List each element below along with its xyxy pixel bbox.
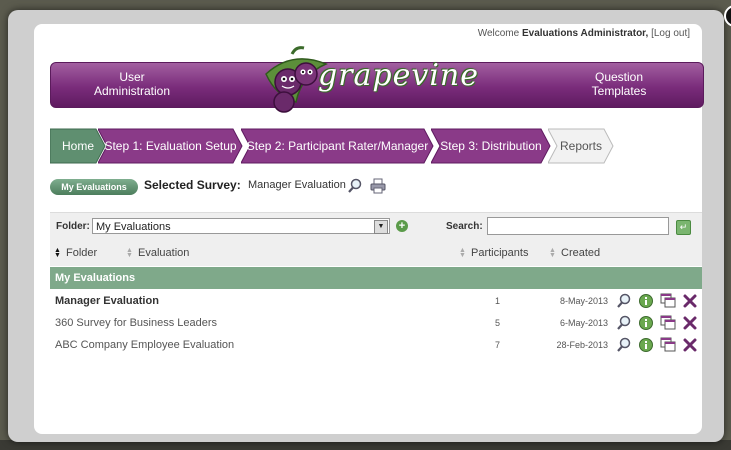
folder-group-row: My Evaluations [50,267,702,289]
created-date: 28-Feb-2013 [556,340,608,350]
nav-left-line1: User [119,70,145,84]
info-icon[interactable] [638,337,654,353]
breadcrumb-step1[interactable]: Step 1: Evaluation Setup [98,128,243,164]
table-row[interactable]: Manager Evaluation 1 8-May-2013 [50,290,702,312]
sort-icon[interactable]: ▲ ▼ [549,247,557,259]
column-created[interactable]: ▲ ▼ Created [549,247,600,259]
participants-count: 5 [495,318,501,328]
column-evaluation-label: Evaluation [138,247,190,259]
sort-icon[interactable]: ▲ ▼ [459,247,467,259]
info-icon[interactable] [638,293,654,309]
question-templates-link[interactable]: Question Templates [579,70,659,98]
row-actions [616,293,700,309]
main-panel: Welcome Evaluations Administrator, [Log … [34,24,704,434]
evaluation-name[interactable]: Manager Evaluation [55,295,159,307]
modal-dialog: ✕ Welcome Evaluations Administrator, [Lo… [8,5,731,442]
breadcrumb-step3[interactable]: Step 3: Distribution [431,128,551,164]
breadcrumb-step1-label: Step 1: Evaluation Setup [104,139,237,153]
printer-icon[interactable] [370,178,386,194]
search-label: Search: [446,221,483,232]
logout-link[interactable]: [Log out] [651,28,690,39]
breadcrumb-step2-label: Step 2: Participant Rater/Manager [246,139,429,153]
magnifier-icon[interactable] [347,178,363,194]
folder-select-value: My Evaluations [96,221,171,233]
nav-right-line1: Question [594,70,644,84]
sort-icon[interactable]: ▲ ▼ [54,247,62,259]
my-evaluations-button[interactable]: My Evaluations [50,179,138,195]
folder-label: Folder: [56,221,90,232]
breadcrumb-home-label: Home [61,139,94,153]
created-date: 6-May-2013 [559,318,608,328]
nav-left-line2: Administration [93,84,171,98]
sort-icon[interactable]: ▲ ▼ [126,247,134,259]
logo-text: grapevine [318,58,480,93]
column-folder-label: Folder [66,247,98,259]
breadcrumb-reports[interactable]: Reports [548,128,614,164]
participants-count: 1 [495,296,501,306]
welcome-message: Welcome Evaluations Administrator, [Log … [478,28,690,39]
table-header: ▲ ▼ Folder ▲ ▼ Evaluation ▲ ▼ Participants ▲ ▼ C… [50,240,702,266]
column-folder[interactable]: ▲ ▼ Folder [54,247,97,259]
delete-icon[interactable] [682,337,698,353]
selected-survey-value: Manager Evaluation [248,179,346,191]
row-actions [616,315,700,331]
breadcrumb-reports-label: Reports [559,139,603,153]
copy-window-icon[interactable] [660,315,676,331]
participants-count: 7 [495,340,501,350]
breadcrumb-step2[interactable]: Step 2: Participant Rater/Manager [241,128,434,164]
delete-icon[interactable] [682,315,698,331]
evaluation-name[interactable]: 360 Survey for Business Leaders [55,317,217,329]
delete-icon[interactable] [682,293,698,309]
created-date: 8-May-2013 [559,296,608,306]
nav-right-line2: Templates [591,84,647,98]
column-participants-label: Participants [471,247,529,259]
table-row[interactable]: ABC Company Employee Evaluation 7 28-Feb… [50,334,702,356]
row-actions [616,337,700,353]
filter-toolbar: Folder: My Evaluations ▼ + Search: ↵ [50,212,702,241]
folder-select[interactable]: My Evaluations ▼ [92,218,390,234]
user-administration-link[interactable]: User Administration [89,70,175,98]
view-icon[interactable] [616,337,632,353]
welcome-prefix: Welcome [477,28,520,39]
chevron-down-icon[interactable]: ▼ [374,220,388,234]
grapevine-logo: grapevine [262,44,478,116]
user-name: Evaluations Administrator, [521,28,649,39]
selected-survey-label: Selected Survey: [144,178,241,192]
info-icon[interactable] [638,315,654,331]
copy-window-icon[interactable] [660,337,676,353]
view-icon[interactable] [616,315,632,331]
column-participants[interactable]: ▲ ▼ Participants [459,247,528,259]
add-folder-icon[interactable]: + [396,220,408,232]
evaluation-name[interactable]: ABC Company Employee Evaluation [55,339,234,351]
search-go-icon[interactable]: ↵ [676,220,691,235]
view-icon[interactable] [616,293,632,309]
column-created-label: Created [561,247,601,259]
close-icon[interactable]: ✕ [724,5,731,27]
column-evaluation[interactable]: ▲ ▼ Evaluation [126,247,189,259]
breadcrumb-step3-label: Step 3: Distribution [440,139,542,153]
search-input[interactable] [487,217,669,235]
table-row[interactable]: 360 Survey for Business Leaders 5 6-May-… [50,312,702,334]
copy-window-icon[interactable] [660,293,676,309]
